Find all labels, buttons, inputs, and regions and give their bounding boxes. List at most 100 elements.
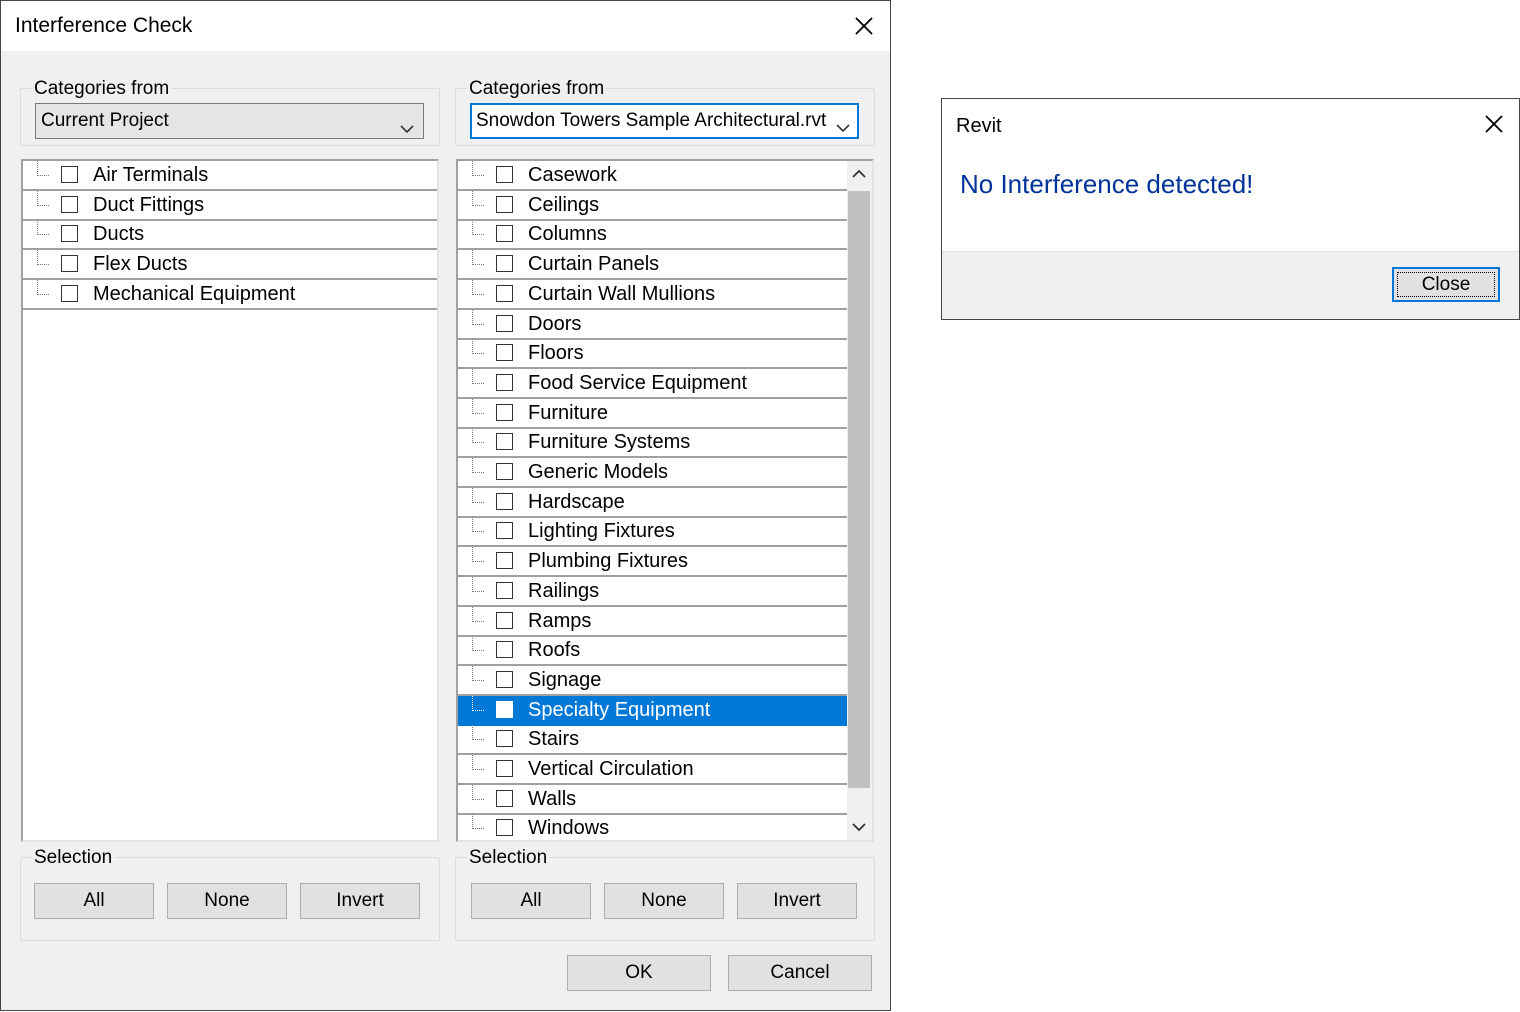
list-item[interactable]: Ducts bbox=[23, 220, 437, 251]
item-label: Air Terminals bbox=[93, 164, 209, 186]
list-item[interactable]: Roofs bbox=[458, 636, 847, 667]
list-item[interactable]: Curtain Wall Mullions bbox=[458, 279, 847, 310]
list-item[interactable]: Lighting Fixtures bbox=[458, 517, 847, 548]
left-select-none-button[interactable]: None bbox=[167, 883, 287, 919]
item-label: Signage bbox=[528, 668, 602, 691]
item-label: Duct Fittings bbox=[93, 193, 205, 216]
ok-button[interactable]: OK bbox=[567, 955, 711, 991]
item-checkbox[interactable] bbox=[496, 344, 513, 362]
left-select-all-button[interactable]: All bbox=[34, 883, 154, 919]
item-label: Specialty Equipment bbox=[528, 698, 711, 721]
right-select-all-button[interactable]: All bbox=[471, 883, 591, 919]
list-item[interactable]: Windows bbox=[458, 814, 847, 840]
list-item[interactable]: Furniture Systems bbox=[458, 428, 847, 459]
close-icon[interactable] bbox=[849, 11, 879, 41]
list-item[interactable]: Casework bbox=[458, 161, 847, 191]
item-checkbox[interactable] bbox=[496, 373, 513, 391]
item-checkbox[interactable] bbox=[496, 522, 513, 540]
close-icon[interactable] bbox=[1479, 109, 1509, 139]
list-item[interactable]: Columns bbox=[458, 220, 847, 251]
list-item[interactable]: Duct Fittings bbox=[23, 190, 437, 221]
item-checkbox[interactable] bbox=[496, 314, 513, 332]
item-label: Doors bbox=[528, 312, 582, 335]
item-checkbox[interactable] bbox=[496, 552, 513, 570]
no-interference-message: No Interference detected! bbox=[960, 169, 1254, 199]
item-label: Railings bbox=[528, 579, 600, 602]
item-checkbox[interactable] bbox=[61, 255, 78, 273]
item-checkbox[interactable] bbox=[61, 284, 78, 302]
item-checkbox[interactable] bbox=[496, 760, 513, 777]
revit-dialog-footer: Close bbox=[942, 251, 1519, 319]
item-checkbox[interactable] bbox=[496, 819, 513, 837]
item-checkbox[interactable] bbox=[496, 670, 513, 688]
item-label: Ramps bbox=[528, 609, 592, 632]
item-label: Ducts bbox=[93, 223, 145, 246]
tree-connector bbox=[472, 487, 484, 503]
right-invert-button[interactable]: Invert bbox=[737, 883, 857, 919]
list-item[interactable]: Ramps bbox=[458, 606, 847, 637]
scroll-down-icon[interactable] bbox=[851, 820, 867, 839]
item-checkbox[interactable] bbox=[496, 492, 513, 510]
scroll-thumb[interactable] bbox=[848, 191, 870, 788]
left-category-list[interactable]: Air Terminals Duct Fittings Ducts Flex Duct… bbox=[21, 159, 439, 842]
item-checkbox[interactable] bbox=[61, 195, 78, 213]
list-item[interactable]: Flex Ducts bbox=[23, 250, 437, 281]
left-source-combo[interactable]: Current Project bbox=[35, 103, 424, 139]
list-item[interactable]: Mechanical Equipment bbox=[23, 279, 437, 310]
left-invert-button[interactable]: Invert bbox=[300, 883, 420, 919]
right-select-none-button[interactable]: None bbox=[604, 883, 724, 919]
tree-connector bbox=[472, 517, 484, 533]
tree-connector bbox=[472, 250, 484, 266]
item-checkbox[interactable] bbox=[496, 166, 513, 183]
list-item[interactable]: Doors bbox=[458, 309, 847, 340]
item-checkbox[interactable] bbox=[496, 641, 513, 659]
item-checkbox[interactable] bbox=[61, 225, 78, 243]
tree-connector bbox=[472, 547, 484, 563]
item-checkbox[interactable] bbox=[496, 255, 513, 273]
list-item[interactable]: Walls bbox=[458, 784, 847, 815]
item-checkbox[interactable] bbox=[496, 195, 513, 213]
item-checkbox[interactable] bbox=[496, 433, 513, 451]
list-item[interactable]: Floors bbox=[458, 339, 847, 370]
item-checkbox[interactable] bbox=[496, 581, 513, 599]
tree-connector bbox=[472, 784, 484, 800]
item-checkbox[interactable] bbox=[496, 611, 513, 629]
item-checkbox[interactable] bbox=[496, 463, 513, 480]
item-label: Curtain Wall Mullions bbox=[528, 282, 716, 305]
item-label: Lighting Fixtures bbox=[528, 520, 675, 543]
list-item[interactable]: Hardscape bbox=[458, 487, 847, 518]
list-item[interactable]: Ceilings bbox=[458, 190, 847, 221]
right-source-combo[interactable]: Snowdon Towers Sample Architectural.rvt bbox=[470, 103, 859, 139]
list-item[interactable]: Air Terminals bbox=[23, 161, 437, 191]
item-checkbox[interactable] bbox=[496, 284, 513, 302]
list-item[interactable]: Vertical Circulation bbox=[458, 755, 847, 785]
item-checkbox[interactable] bbox=[496, 789, 513, 807]
list-item[interactable]: Plumbing Fixtures bbox=[458, 547, 847, 578]
tree-connector bbox=[472, 725, 484, 741]
scroll-up-icon[interactable] bbox=[851, 167, 867, 186]
list-item[interactable]: Specialty Equipment bbox=[458, 695, 847, 726]
cancel-button[interactable]: Cancel bbox=[728, 955, 872, 991]
right-list-scrollbar[interactable] bbox=[847, 161, 872, 840]
item-checkbox[interactable] bbox=[496, 403, 513, 421]
tree-connector bbox=[472, 755, 484, 770]
tree-connector bbox=[472, 695, 484, 711]
close-button[interactable]: Close bbox=[1392, 267, 1500, 302]
list-item[interactable]: Curtain Panels bbox=[458, 250, 847, 281]
item-checkbox[interactable] bbox=[496, 700, 513, 718]
item-checkbox[interactable] bbox=[496, 225, 513, 243]
list-item[interactable]: Generic Models bbox=[458, 458, 847, 488]
list-item[interactable]: Furniture bbox=[458, 398, 847, 429]
chevron-down-icon bbox=[399, 114, 415, 138]
item-label: Mechanical Equipment bbox=[93, 282, 296, 305]
item-label: Hardscape bbox=[528, 490, 625, 513]
item-checkbox[interactable] bbox=[496, 730, 513, 748]
list-item[interactable]: Signage bbox=[458, 665, 847, 696]
list-item[interactable]: Railings bbox=[458, 576, 847, 607]
list-item[interactable]: Food Service Equipment bbox=[458, 368, 847, 399]
tree-connector bbox=[37, 190, 49, 206]
item-checkbox[interactable] bbox=[61, 166, 78, 183]
right-category-list[interactable]: Casework Ceilings Columns Curtain Panels Cur… bbox=[456, 159, 874, 842]
list-item[interactable]: Stairs bbox=[458, 725, 847, 756]
right-source-value: Snowdon Towers Sample Architectural.rvt bbox=[476, 110, 827, 131]
